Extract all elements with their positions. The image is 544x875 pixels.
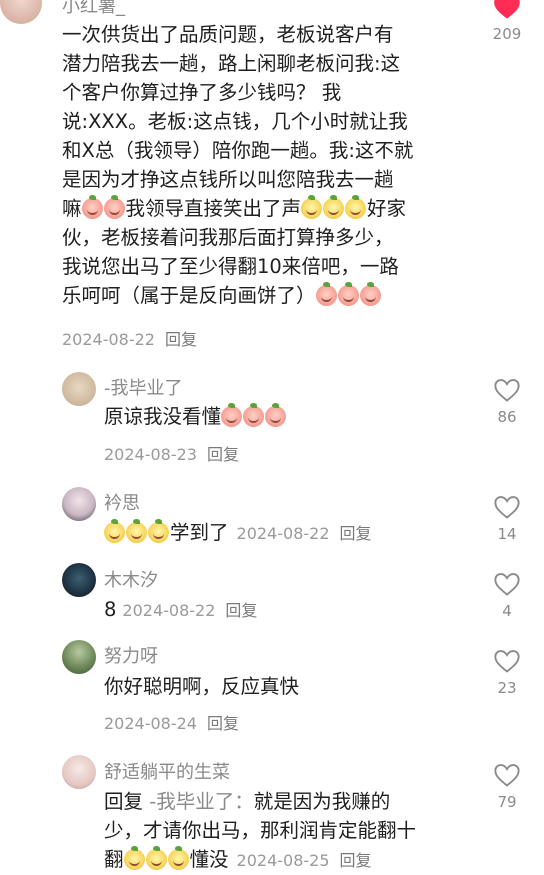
crying-peach-emoji-icon: [359, 282, 381, 306]
reply-author[interactable]: 木木汐: [104, 566, 158, 592]
laughing-peach-emoji-icon: [301, 195, 323, 219]
laughing-peach-emoji-icon: [345, 195, 367, 219]
reply-text-fragment: 你好聪明啊，反应真快: [104, 675, 300, 698]
reply-author[interactable]: 衿思: [104, 489, 140, 515]
comment-text-fragment: 嘛: [62, 197, 82, 220]
comment-author[interactable]: 小红薯_: [62, 0, 125, 18]
like-count: 4: [502, 602, 512, 620]
crying-peach-emoji-icon: [103, 195, 125, 219]
reply-text-line: 翻 懂没 2024-08-25 回复: [104, 845, 474, 875]
heart-outline-icon: [494, 764, 520, 787]
reply-meta: 2024-08-22 回复: [237, 524, 372, 543]
reply-author[interactable]: -我毕业了: [104, 374, 183, 400]
reply-text-fragment: 就是因为我赚的: [253, 790, 391, 813]
comment-line: 乐呵呵（属于是反向画饼了）: [62, 281, 482, 310]
reply-button[interactable]: 回复: [207, 714, 239, 733]
reply-text-fragment: 翻: [104, 848, 124, 871]
like-count: 23: [497, 679, 517, 697]
comment-line: 嘛 我领导直接笑出了声 好家: [62, 194, 482, 223]
mention-link[interactable]: -我毕业了：: [149, 790, 254, 813]
avatar[interactable]: [62, 563, 96, 597]
reply-date: 2024-08-24: [104, 714, 197, 733]
like-button[interactable]: 14: [487, 494, 527, 543]
reply-date: 2024-08-23: [104, 445, 197, 464]
reply-text: 学到了 2024-08-22 回复: [104, 518, 372, 548]
comment-line: 一次供货出了品质问题，老板说客户有: [62, 23, 394, 46]
reply-text: 原谅我没看懂: [104, 402, 287, 431]
comment-text-fragment: 好家: [367, 197, 407, 220]
reply-author[interactable]: 努力呀: [104, 642, 158, 668]
heart-outline-icon: [494, 379, 520, 402]
laughing-peach-emoji-icon: [167, 846, 189, 870]
reply-date: 2024-08-25: [236, 851, 330, 870]
crying-peach-emoji-icon: [81, 195, 103, 219]
reply-text: 回复 -我毕业了：就是因为我赚的 少，才请你出马，那利润肯定能翻十 翻 懂没 202…: [104, 787, 474, 875]
reply-meta: 2024-08-23 回复: [104, 441, 239, 465]
reply-text-fragment: 懂没: [189, 848, 229, 871]
reply-author[interactable]: 舒适躺平的生菜: [104, 758, 230, 784]
avatar[interactable]: [62, 487, 96, 521]
like-count: 86: [497, 408, 517, 426]
like-count: 79: [497, 793, 517, 811]
like-count: 14: [497, 525, 517, 543]
laughing-peach-emoji-icon: [145, 846, 167, 870]
heart-filled-icon: [494, 0, 520, 19]
reply-date: 2024-08-22: [122, 601, 216, 620]
comment-line: 我说您出马了至少得翻10来倍吧，一路: [62, 255, 399, 278]
comment-line: 说:XXX。老板:这点钱，几个小时就让我: [62, 110, 408, 133]
reply-button[interactable]: 回复: [207, 445, 239, 464]
avatar[interactable]: [0, 0, 42, 24]
reply-text-fragment: 8: [104, 598, 117, 621]
reply-text-line: 回复 -我毕业了：就是因为我赚的: [104, 787, 474, 816]
avatar[interactable]: [62, 755, 96, 789]
crying-peach-emoji-icon: [265, 403, 287, 427]
like-button[interactable]: 79: [487, 762, 527, 811]
comment-date: 2024-08-22: [62, 330, 155, 349]
laughing-peach-emoji-icon: [104, 519, 125, 543]
crying-peach-emoji-icon: [337, 282, 359, 306]
reply-text-fragment: 学到了: [170, 521, 229, 544]
comment-meta: 2024-08-22 回复: [62, 326, 197, 350]
heart-outline-icon: [494, 573, 520, 596]
crying-peach-emoji-icon: [221, 403, 243, 427]
laughing-peach-emoji-icon: [148, 519, 169, 543]
reply-meta: 2024-08-22 回复: [122, 601, 257, 620]
comment-line: 伙，老板接着问我那后面打算挣多少，: [62, 226, 394, 249]
crying-peach-emoji-icon: [315, 282, 337, 306]
comment-text-fragment: 乐呵呵（属于是反向画饼了）: [62, 284, 316, 307]
reply-button[interactable]: 回复: [340, 524, 372, 543]
comment-line: 和X总（我领导）陪你跑一趟。我:这不就: [62, 139, 414, 162]
reply-button[interactable]: 回复: [165, 330, 197, 349]
reply-meta: 2024-08-24 回复: [104, 710, 239, 734]
comment-text: 一次供货出了品质问题，老板说客户有 潜力陪我去一趟，路上闲聊老板问我:这 个客户…: [62, 20, 482, 310]
laughing-peach-emoji-icon: [123, 846, 145, 870]
reply-text-line: 少，才请你出马，那利润肯定能翻十: [104, 819, 417, 842]
like-count: 209: [492, 25, 522, 43]
avatar[interactable]: [62, 640, 96, 674]
laughing-peach-emoji-icon: [126, 519, 147, 543]
reply-date: 2024-08-22: [236, 524, 330, 543]
heart-outline-icon: [494, 496, 520, 519]
avatar[interactable]: [62, 372, 96, 406]
reply-button[interactable]: 回复: [340, 851, 372, 870]
comment-text-fragment: 我领导直接笑出了声: [125, 197, 302, 220]
reply-button[interactable]: 回复: [225, 601, 257, 620]
comment-line: 个客户你算过挣了多少钱吗？ 我: [62, 81, 342, 104]
like-button[interactable]: 209: [487, 0, 527, 43]
like-button[interactable]: 23: [487, 648, 527, 697]
crying-peach-emoji-icon: [243, 403, 265, 427]
comment-line: 潜力陪我去一趟，路上闲聊老板问我:这: [62, 52, 401, 75]
reply-meta: 2024-08-25 回复: [237, 851, 372, 870]
comment-line: 是因为才挣这点钱所以叫您陪我去一趟: [62, 168, 394, 191]
like-button[interactable]: 86: [487, 377, 527, 426]
laughing-peach-emoji-icon: [323, 195, 345, 219]
heart-outline-icon: [494, 650, 520, 673]
reply-text: 你好聪明啊，反应真快: [104, 672, 299, 701]
reply-text: 8 2024-08-22 回复: [104, 595, 257, 625]
reply-text-fragment: 原谅我没看懂: [104, 405, 222, 428]
reply-text-fragment: 回复: [104, 790, 144, 813]
like-button[interactable]: 4: [487, 571, 527, 620]
